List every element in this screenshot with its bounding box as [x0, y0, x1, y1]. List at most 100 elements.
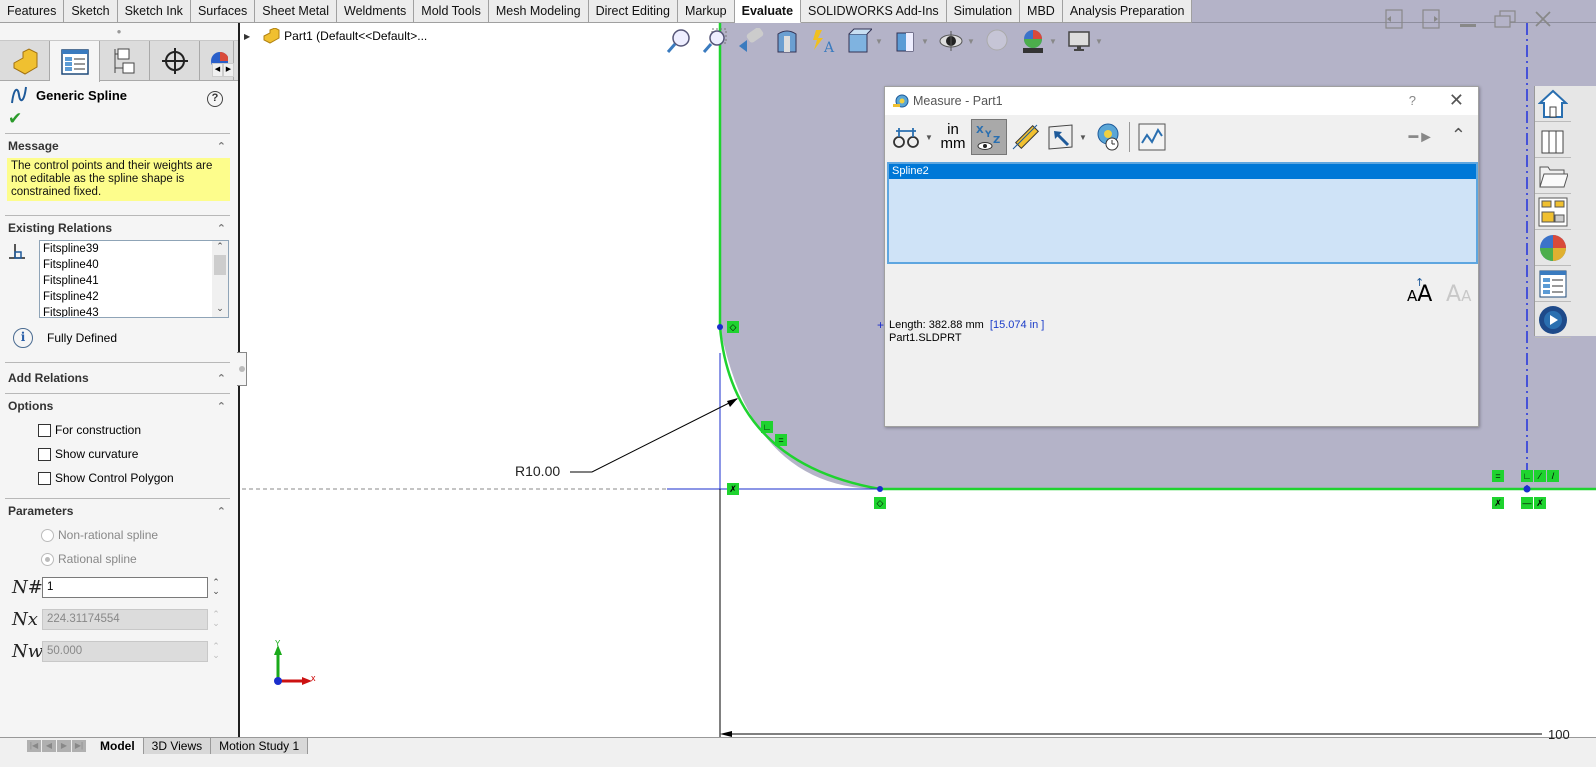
units-precision-button[interactable]: in mm — [935, 119, 971, 155]
option-for-construction[interactable]: For construction — [5, 418, 230, 442]
custom-properties-button[interactable] — [1535, 266, 1571, 302]
scroll-right-icon[interactable]: ▶ — [223, 63, 234, 77]
relation-tag-coincident-right[interactable]: ∕ — [1534, 470, 1546, 482]
tab-simulation[interactable]: Simulation — [946, 0, 1021, 23]
tab-surfaces[interactable]: Surfaces — [190, 0, 256, 23]
radius-dimension[interactable]: R10.00 — [515, 463, 560, 479]
bottom-tab-motion-study-1[interactable]: Motion Study 1 — [211, 738, 309, 754]
relation-tag-collinear-right[interactable]: / — [1547, 470, 1559, 482]
point-to-point-button[interactable] — [1007, 119, 1043, 155]
relation-item[interactable]: Fitspline40 — [40, 257, 228, 273]
selection-list[interactable]: Spline2 — [887, 162, 1478, 264]
relation-item[interactable]: Fitspline43 — [40, 305, 228, 317]
scroll-left-icon[interactable]: ◀ — [212, 63, 223, 77]
parameters-header[interactable]: Parameters ⌃ — [5, 499, 230, 523]
checkbox[interactable] — [38, 447, 51, 461]
scroll-up-icon[interactable]: ⌃ — [212, 241, 228, 255]
measure-help-button[interactable]: ? — [1409, 93, 1416, 108]
relation-tag-equal-right[interactable]: = — [1492, 470, 1504, 482]
close-icon[interactable] — [1530, 8, 1556, 34]
ok-button[interactable]: ✔ — [8, 109, 238, 133]
appearances-button[interactable] — [1535, 230, 1571, 266]
display-style-icon[interactable] — [891, 27, 919, 55]
scroll-thumb[interactable] — [214, 255, 226, 275]
next-tab-icon[interactable]: ▶ — [57, 740, 71, 752]
view-settings-dropdown-icon[interactable]: ▼ — [1095, 27, 1103, 55]
show-xyz-measurements-button[interactable]: XYZ — [971, 119, 1007, 155]
tile-left-icon[interactable] — [1381, 8, 1407, 34]
view-orientation-dropdown-icon[interactable]: ▼ — [875, 27, 883, 55]
arc-circle-measurements-button[interactable] — [889, 119, 925, 155]
section-view-icon[interactable] — [773, 27, 801, 55]
solidworks-forum-button[interactable] — [1535, 302, 1571, 338]
apply-scene-dropdown-icon[interactable]: ▼ — [1049, 27, 1057, 55]
relation-tag-equal[interactable]: = — [775, 434, 787, 446]
collapse-caret-icon[interactable]: ⌃ — [217, 140, 226, 153]
tile-right-icon[interactable] — [1418, 8, 1444, 34]
spline-degree-input[interactable]: 1 — [42, 576, 208, 598]
tab-sketch[interactable]: Sketch — [64, 0, 118, 23]
tab-dimxpert-manager[interactable] — [150, 41, 200, 81]
tab-configuration-manager[interactable] — [100, 41, 150, 81]
previous-view-icon[interactable] — [737, 27, 765, 55]
panel-splitter-handle[interactable] — [237, 352, 247, 386]
hide-show-items-icon[interactable] — [937, 27, 965, 55]
option-show-curvature[interactable]: Show curvature — [5, 442, 230, 466]
view-orientation-icon[interactable] — [845, 27, 873, 55]
relation-tag-tangent-bottom[interactable]: ◇ — [874, 497, 886, 509]
edit-appearance-icon[interactable] — [983, 27, 1011, 55]
file-explorer-button[interactable] — [1535, 158, 1571, 194]
tab-mesh-modeling[interactable]: Mesh Modeling — [488, 0, 589, 23]
radio-button[interactable] — [41, 552, 54, 566]
expand-arrow-icon[interactable]: ▶ — [244, 32, 250, 41]
relations-list[interactable]: Fitspline39 Fitspline40 Fitspline41 Fitspli… — [39, 240, 229, 318]
bottom-tab-model[interactable]: Model — [92, 738, 144, 754]
tab-feature-manager[interactable] — [0, 41, 50, 81]
apply-scene-icon[interactable] — [1019, 27, 1047, 55]
collapse-caret-icon[interactable]: ⌃ — [217, 505, 226, 518]
panel-grip[interactable]: ● — [0, 23, 238, 41]
relation-tag-horizontal-right[interactable]: — — [1521, 497, 1533, 509]
dynamic-annotation-views-icon[interactable]: A — [809, 27, 837, 55]
hide-show-dropdown-icon[interactable]: ▼ — [967, 27, 975, 55]
create-sensor-button[interactable] — [1134, 119, 1170, 155]
radio-rational-spline[interactable]: Rational spline — [5, 547, 230, 571]
arc-options-dropdown-icon[interactable]: ▼ — [925, 133, 935, 142]
relation-tag-tangent-top[interactable]: ◇ — [727, 321, 739, 333]
feature-tree-root[interactable]: ▶ Part1 (Default<<Default>... — [244, 28, 427, 44]
tab-sketch-ink[interactable]: Sketch Ink — [117, 0, 191, 23]
tab-mold-tools[interactable]: Mold Tools — [414, 0, 489, 23]
relation-tag-perp-right[interactable]: ∟ — [1521, 470, 1533, 482]
tab-sheet-metal[interactable]: Sheet Metal — [255, 0, 337, 23]
help-icon[interactable]: ? — [207, 91, 223, 107]
spline-degree-spinner[interactable]: ⌃ ⌄ — [210, 578, 222, 596]
tab-solidworks-add-ins[interactable]: SOLIDWORKS Add-Ins — [801, 0, 947, 23]
tab-direct-editing[interactable]: Direct Editing — [588, 0, 678, 23]
decrease-font-size-icon[interactable]: AA — [1446, 282, 1471, 307]
tab-mbd[interactable]: MBD — [1020, 0, 1063, 23]
pin-icon[interactable]: ━► — [1409, 127, 1434, 147]
relation-tag-fixed-origin[interactable]: ✗ — [727, 483, 739, 495]
option-show-control-polygon[interactable]: Show Control Polygon — [5, 466, 230, 490]
measure-titlebar[interactable]: Measure - Part1 ? ✕ — [885, 87, 1478, 115]
measure-close-button[interactable]: ✕ — [1449, 90, 1464, 111]
selected-entity[interactable]: Spline2 — [889, 164, 1476, 179]
existing-relations-header[interactable]: Existing Relations ⌃ — [5, 216, 230, 240]
measurement-history-button[interactable] — [1089, 119, 1125, 155]
minimize-icon[interactable] — [1455, 8, 1481, 34]
scroll-down-icon[interactable]: ⌄ — [212, 303, 228, 317]
relation-tag-perpendicular[interactable]: ∟ — [761, 421, 773, 433]
radio-non-rational-spline[interactable]: Non-rational spline — [5, 523, 230, 547]
first-tab-icon[interactable]: |◀ — [27, 740, 41, 752]
relation-item[interactable]: Fitspline39 — [40, 241, 228, 257]
bottom-tab-3d-views[interactable]: 3D Views — [143, 738, 212, 754]
view-settings-icon[interactable] — [1065, 27, 1093, 55]
checkbox[interactable] — [38, 423, 51, 437]
tab-property-manager[interactable] — [50, 41, 100, 82]
collapse-caret-icon[interactable]: ⌃ — [217, 372, 226, 385]
solidworks-resources-button[interactable] — [1535, 86, 1571, 122]
tab-weldments[interactable]: Weldments — [337, 0, 415, 23]
projected-on-dropdown-icon[interactable]: ▼ — [1079, 133, 1089, 142]
collapse-dialog-icon[interactable]: ⌃ — [1451, 125, 1466, 146]
message-section-header[interactable]: Message ⌃ — [5, 134, 230, 158]
